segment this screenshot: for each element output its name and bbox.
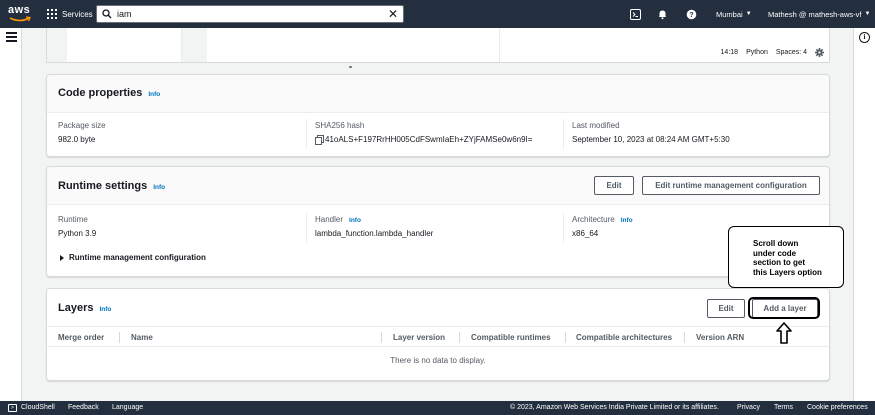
- column-divider: [565, 332, 566, 343]
- aws-logo-text: aws: [8, 4, 31, 16]
- info-link[interactable]: Info: [349, 217, 361, 224]
- editor-status-bar: 14:18 Python Spaces: 4: [721, 48, 824, 57]
- edit-runtime-config-button[interactable]: Edit runtime management configuration: [642, 176, 820, 195]
- copy-icon[interactable]: [315, 135, 324, 145]
- column-divider: [459, 332, 460, 343]
- caret-right-icon: [60, 254, 64, 261]
- right-rail: i: [853, 28, 875, 401]
- aws-logo[interactable]: aws: [8, 4, 34, 24]
- footer-feedback[interactable]: Feedback: [68, 404, 99, 411]
- editor-language[interactable]: Python: [746, 49, 768, 56]
- footer-cookies[interactable]: Cookie preferences: [807, 404, 868, 411]
- layers-edit-button[interactable]: Edit: [707, 299, 745, 318]
- search-icon: [102, 9, 112, 19]
- edit-button[interactable]: Edit: [594, 176, 634, 195]
- architecture-label: Architecture Info: [572, 215, 633, 224]
- layers-panel: Layers Info Edit Add a layer Merge order …: [46, 288, 830, 381]
- empty-table-message: There is no data to display.: [390, 355, 486, 365]
- hash-label: SHA256 hash: [315, 121, 365, 130]
- info-link[interactable]: Info: [621, 217, 633, 224]
- runtime-value: Python 3.9: [58, 229, 97, 238]
- panel-header: Runtime settings Info Edit Edit runtime m…: [47, 167, 829, 205]
- architecture-value: x86_64: [572, 229, 599, 238]
- code-editor[interactable]: 14:18 Python Spaces: 4: [46, 28, 830, 63]
- divider: [306, 119, 307, 149]
- editor-panel: [181, 28, 207, 62]
- info-icon[interactable]: i: [859, 32, 870, 43]
- resize-handle[interactable]: [349, 66, 352, 68]
- column-divider: [119, 332, 120, 343]
- layers-table-header: Merge order Name Layer version Compatibl…: [47, 327, 829, 347]
- left-rail: [0, 28, 22, 401]
- gear-icon[interactable]: [815, 48, 824, 57]
- column-divider: [684, 332, 685, 343]
- footer-language[interactable]: Language: [112, 404, 143, 411]
- info-link[interactable]: Info: [99, 306, 111, 313]
- arrow-up-icon: [776, 322, 792, 344]
- editor-gutter: [47, 28, 67, 62]
- close-icon[interactable]: ✕: [388, 8, 398, 20]
- search-input[interactable]: [117, 8, 377, 20]
- services-menu[interactable]: Services: [47, 0, 93, 28]
- runtime-settings-panel: Runtime settings Info Edit Edit runtime m…: [46, 166, 830, 277]
- divider: [563, 119, 564, 149]
- add-a-layer-button[interactable]: Add a layer: [752, 299, 818, 318]
- divider: [563, 213, 564, 243]
- cursor-position: 14:18: [720, 49, 739, 56]
- panel-title: Layers Info: [58, 302, 112, 314]
- divider: [306, 213, 307, 243]
- search-bar[interactable]: ✕: [96, 5, 404, 23]
- info-link[interactable]: Info: [153, 184, 165, 191]
- last-modified-value: September 10, 2023 at 08:24 AM GMT+5:30: [572, 135, 730, 144]
- annotation-text: Scroll down under code section to get th…: [753, 239, 822, 277]
- code-properties-panel: Code properties Info Package size 982.0 b…: [46, 74, 830, 157]
- caret-down-icon: ▼: [745, 11, 752, 17]
- help-icon[interactable]: ?: [684, 7, 698, 21]
- footer-privacy[interactable]: Privacy: [737, 404, 760, 411]
- region-selector[interactable]: Mumbai ▼: [716, 0, 752, 28]
- handler-label: Handler Info: [315, 215, 361, 224]
- expander-label: Runtime management configuration: [69, 253, 206, 262]
- cloudshell-icon[interactable]: >: [8, 404, 17, 412]
- panel-title: Code properties Info: [58, 87, 161, 99]
- menu-icon[interactable]: [6, 32, 17, 44]
- footer: > CloudShell Feedback Language © 2023, A…: [0, 401, 875, 415]
- column-compatible-runtimes[interactable]: Compatible runtimes: [471, 327, 551, 347]
- column-name[interactable]: Name: [131, 327, 153, 347]
- panel-title: Runtime settings Info: [58, 180, 166, 192]
- column-version-arn[interactable]: Version ARN: [696, 327, 744, 347]
- column-merge-order[interactable]: Merge order: [58, 327, 104, 347]
- services-label: Services: [62, 9, 93, 19]
- column-layer-version[interactable]: Layer version: [393, 327, 445, 347]
- handler-value: lambda_function.lambda_handler: [315, 229, 434, 238]
- runtime-label: Runtime: [58, 215, 88, 224]
- bell-icon[interactable]: [655, 7, 669, 21]
- editor-divider: [499, 28, 500, 62]
- account-menu[interactable]: Mathesh @ mathesh-aws-vf ▼: [768, 0, 870, 28]
- svg-text:?: ?: [689, 12, 693, 19]
- aws-smile-icon: [9, 16, 31, 22]
- footer-copyright: © 2023, Amazon Web Services India Privat…: [510, 404, 719, 411]
- editor-spaces[interactable]: Spaces: 4: [776, 49, 807, 56]
- last-modified-label: Last modified: [572, 121, 620, 130]
- annotation-callout: Scroll down under code section to get th…: [728, 226, 844, 288]
- panel-header: Code properties Info: [47, 75, 829, 113]
- top-navigation: aws Services ✕ ? Mumbai ▼ Mathesh @ math…: [0, 0, 875, 28]
- region-label: Mumbai: [716, 9, 743, 19]
- column-compatible-architectures[interactable]: Compatible architectures: [576, 327, 672, 347]
- column-divider: [381, 332, 382, 343]
- runtime-config-expander[interactable]: Runtime management configuration: [60, 253, 206, 262]
- cloudshell-icon[interactable]: [628, 7, 642, 21]
- footer-terms[interactable]: Terms: [774, 404, 793, 411]
- info-link[interactable]: Info: [148, 91, 160, 98]
- caret-down-icon: ▼: [864, 11, 871, 17]
- package-size-value: 982.0 byte: [58, 135, 96, 144]
- account-label: Mathesh @ mathesh-aws-vf: [768, 9, 862, 19]
- hash-value: 41oALS+F197RrHH005CdFSwmIaEh+ZYjFAMSe0w6…: [315, 135, 532, 145]
- footer-cloudshell[interactable]: CloudShell: [21, 404, 55, 411]
- services-grid-icon: [47, 9, 57, 19]
- package-size-label: Package size: [58, 121, 106, 130]
- panel-header: Layers Info Edit Add a layer: [47, 289, 829, 327]
